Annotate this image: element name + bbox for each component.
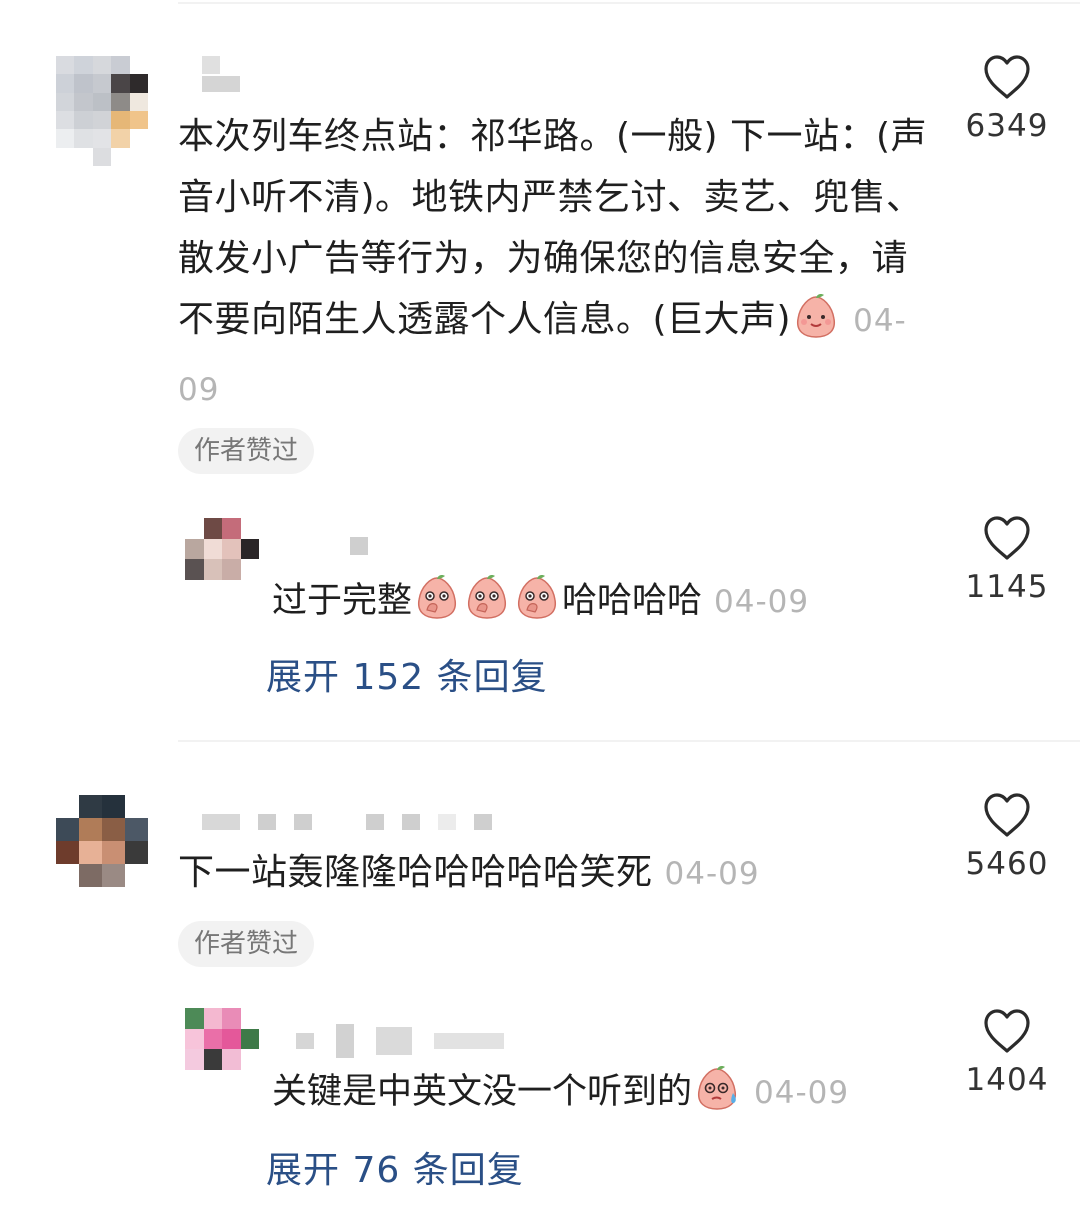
expand-replies-link[interactable]: 展开 76 条回复 [266, 1141, 524, 1193]
reply-text: 关键是中英文没一个听到的 04-09 [272, 1063, 922, 1125]
reply-like-button[interactable]: 1404 [952, 1008, 1062, 1098]
heart-outline-icon [984, 793, 1030, 837]
top-divider [178, 2, 1080, 4]
reply-like-button[interactable]: 1145 [952, 515, 1062, 605]
heart-outline-icon [984, 516, 1030, 560]
reply-avatar[interactable] [185, 1008, 259, 1070]
username-blurred[interactable] [202, 814, 492, 830]
reply-body-after: 哈哈哈哈 [562, 581, 703, 621]
reply-date: 04-09 [754, 1075, 850, 1111]
reply-avatar[interactable] [185, 518, 259, 580]
author-liked-badge: 作者赞过 [178, 921, 315, 967]
peach-cover-mouth-emoji [513, 572, 561, 634]
peach-cover-mouth-emoji [463, 572, 511, 634]
username-blurred-2 [202, 76, 240, 92]
like-count: 6349 [965, 108, 1049, 144]
comment-text: 下一站轰隆隆哈哈哈哈哈笑死 04-09 [178, 842, 938, 905]
expand-replies-link[interactable]: 展开 152 条回复 [266, 648, 548, 700]
comment-text: 本次列车终点站：祁华路。(一般) 下一站：(声音小听不清)。地铁内严禁乞讨、卖艺… [178, 106, 933, 421]
heart-outline-icon [984, 1009, 1030, 1053]
reply-date: 04-09 [714, 584, 810, 620]
username-blurred[interactable] [202, 56, 220, 74]
comment-divider [178, 740, 1080, 742]
peach-sweat-emoji [693, 1063, 741, 1125]
comment-body: 下一站轰隆隆哈哈哈哈哈笑死 [178, 852, 653, 893]
peach-smile-emoji [792, 291, 840, 358]
avatar[interactable] [56, 795, 148, 887]
author-liked-badge: 作者赞过 [178, 428, 315, 474]
peach-cover-mouth-emoji [413, 572, 461, 634]
avatar[interactable] [56, 56, 148, 166]
reply-username-blurred[interactable] [350, 537, 368, 555]
reply-username-blurred[interactable] [296, 1024, 504, 1058]
like-button[interactable]: 6349 [952, 54, 1062, 144]
reply-like-count: 1145 [965, 569, 1049, 605]
reply-like-count: 1404 [965, 1062, 1049, 1098]
heart-outline-icon [984, 55, 1030, 99]
reply-body: 关键是中英文没一个听到的 [272, 1072, 693, 1112]
like-count: 5460 [965, 846, 1049, 882]
like-button[interactable]: 5460 [952, 792, 1062, 882]
comment-date: 04-09 [664, 856, 760, 892]
reply-body: 过于完整 [272, 581, 413, 621]
reply-text: 过于完整 哈哈哈哈 04-09 [272, 572, 892, 634]
